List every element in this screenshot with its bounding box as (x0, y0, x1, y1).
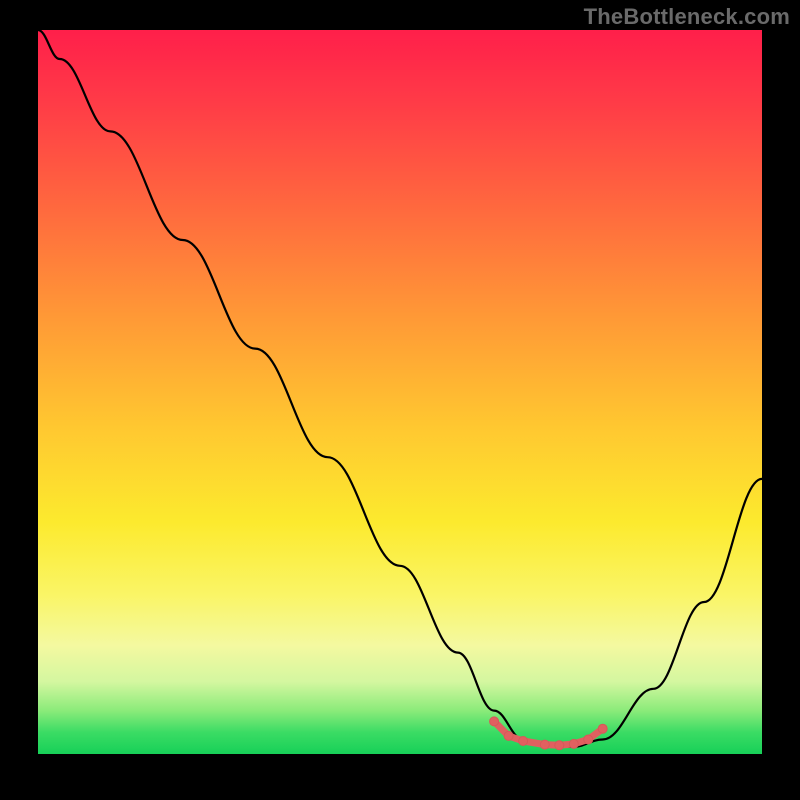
bottleneck-curve (38, 30, 762, 747)
highlight-dot (584, 735, 593, 744)
curve-layer (38, 30, 762, 754)
highlight-dot (598, 724, 607, 733)
highlight-dot (540, 740, 549, 749)
watermark-text: TheBottleneck.com (584, 4, 790, 30)
highlight-dot (504, 731, 513, 740)
highlight-dot (555, 741, 564, 750)
highlight-dot (519, 737, 528, 746)
highlight-dot (490, 717, 499, 726)
gradient-plot-area (38, 30, 762, 754)
chart-frame: TheBottleneck.com (0, 0, 800, 800)
highlight-dot (569, 739, 578, 748)
